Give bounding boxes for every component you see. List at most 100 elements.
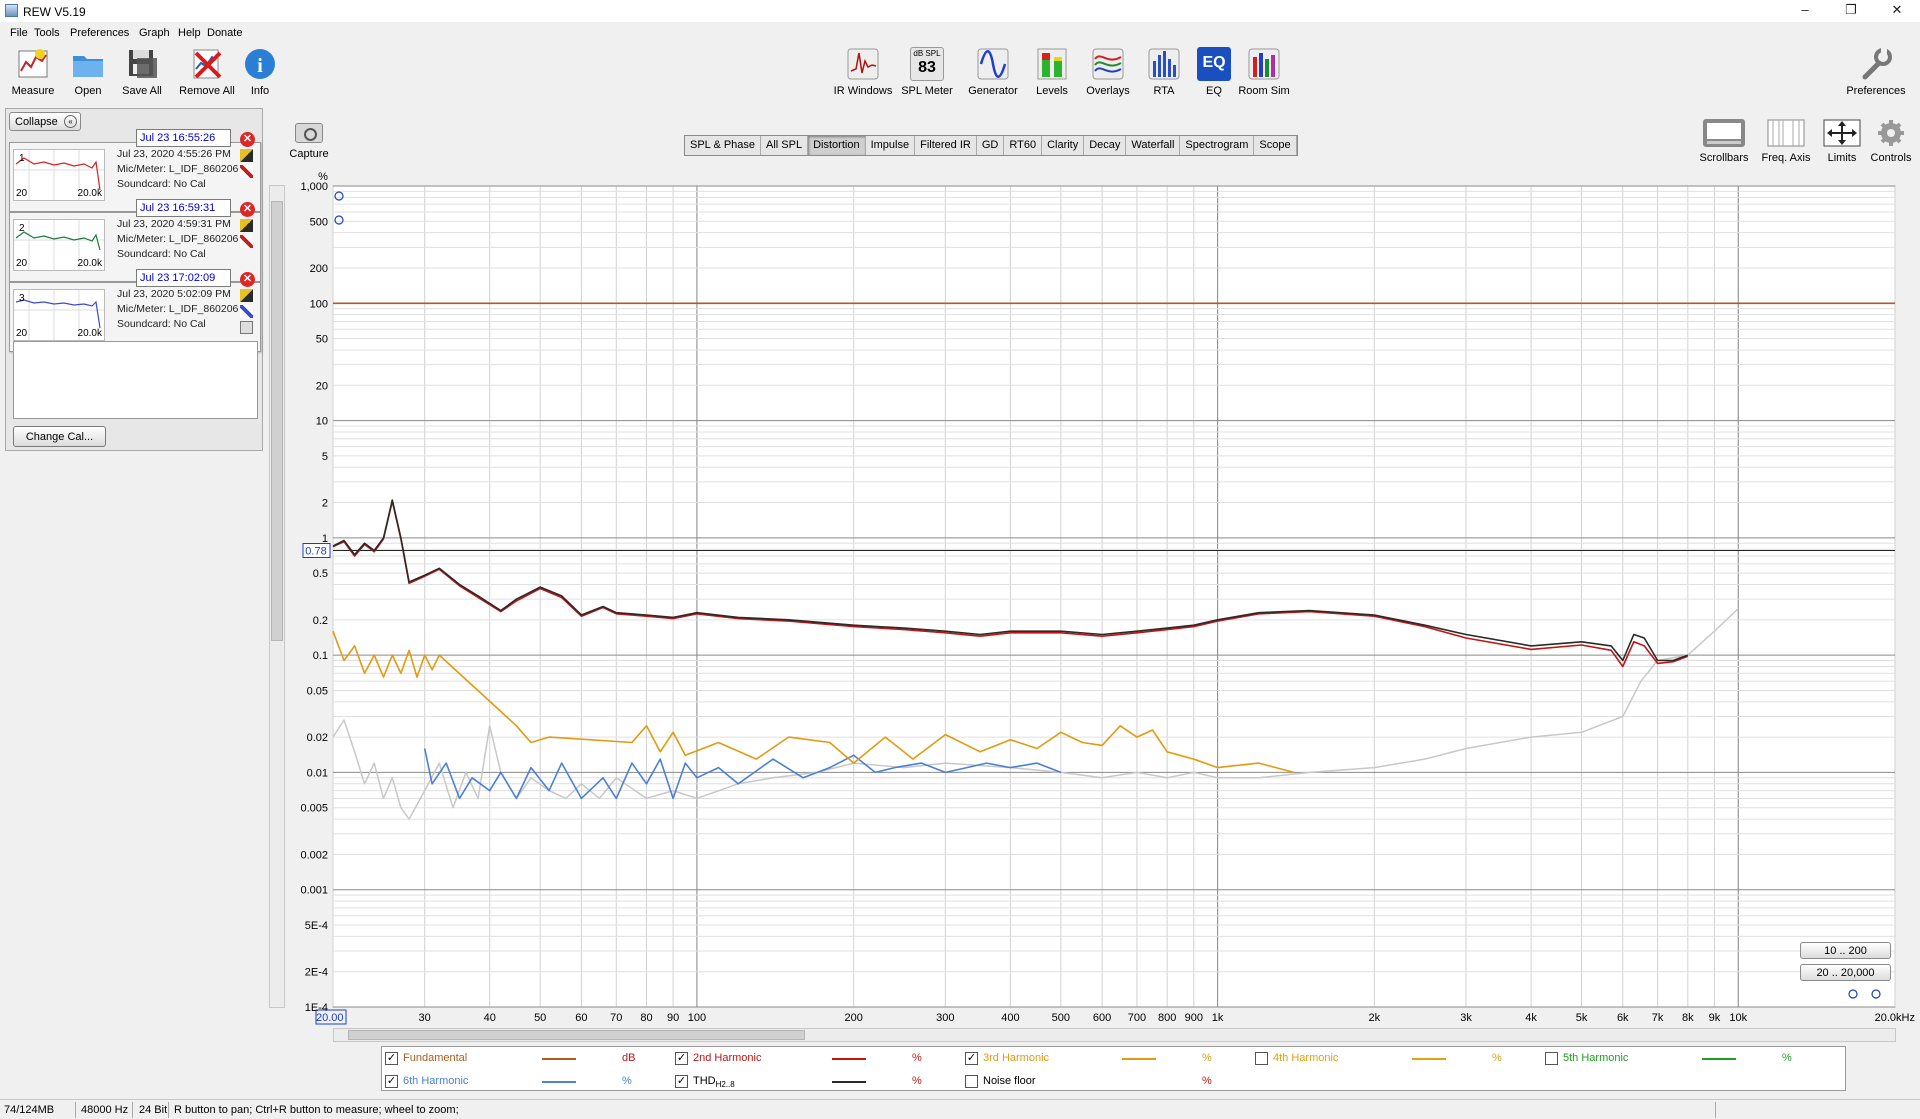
legend-checkbox-4th-harmonic[interactable] bbox=[1255, 1052, 1268, 1065]
horizontal-scrollbar[interactable] bbox=[333, 1028, 1896, 1042]
legend-unit: % bbox=[912, 1075, 922, 1087]
legend-item-5th-harmonic: 5th Harmonic% bbox=[1542, 1049, 1827, 1067]
legend-checkbox-2nd-harmonic[interactable]: ✓ bbox=[675, 1052, 688, 1065]
legend-unit: dB bbox=[622, 1052, 636, 1064]
x-tick-label: 10k bbox=[1729, 1012, 1747, 1024]
legend-checkbox-fundamental[interactable]: ✓ bbox=[385, 1052, 398, 1065]
legend-unit: % bbox=[912, 1052, 922, 1064]
legend-item-2nd-harmonic: ✓ 2nd Harmonic% bbox=[672, 1049, 957, 1067]
y-tick-label: 0.5 bbox=[313, 568, 328, 580]
legend-item-fundamental: ✓ Fundamental dB bbox=[382, 1049, 667, 1067]
legend-unit: % bbox=[1782, 1052, 1792, 1064]
x-tick-label: 2k bbox=[1369, 1012, 1381, 1024]
y-tick-label: 0.02 bbox=[307, 732, 328, 744]
horizontal-scroll-thumb[interactable] bbox=[348, 1030, 805, 1040]
legend-checkbox-noise-floor[interactable] bbox=[965, 1075, 978, 1088]
x-tick-label: 1k bbox=[1212, 1012, 1224, 1024]
y-tick-label: 0.1 bbox=[313, 650, 328, 662]
legend-unit: % bbox=[622, 1075, 632, 1087]
legend-swatch bbox=[542, 1058, 576, 1060]
legend-label: 4th Harmonic bbox=[1273, 1052, 1339, 1064]
legend-item-noise-floor: Noise floor% bbox=[962, 1072, 1247, 1090]
legend-label: Fundamental bbox=[403, 1052, 468, 1064]
x-tick-label: 300 bbox=[936, 1012, 954, 1024]
x-tick-label: 5k bbox=[1576, 1012, 1588, 1024]
legend-label: 6th Harmonic bbox=[403, 1075, 469, 1087]
x-tick-label: 90 bbox=[667, 1012, 679, 1024]
x-tick-label: 80 bbox=[640, 1012, 652, 1024]
x-tick-label: 60 bbox=[575, 1012, 587, 1024]
legend-label: Noise floor bbox=[983, 1075, 1036, 1087]
legend-checkbox-5th-harmonic[interactable] bbox=[1545, 1052, 1558, 1065]
legend-swatch bbox=[1702, 1058, 1736, 1060]
status-hint: R button to pan; Ctrl+R button to measur… bbox=[174, 1104, 459, 1116]
y-tick-label: 200 bbox=[310, 263, 328, 275]
x-tick-label: 20.00 bbox=[316, 1012, 344, 1024]
x-tick-label: 50 bbox=[534, 1012, 546, 1024]
x-tick-label: 400 bbox=[1001, 1012, 1019, 1024]
y-tick-label: 0.01 bbox=[307, 767, 328, 779]
x-tick-label: 200 bbox=[844, 1012, 862, 1024]
y-tick-label: 5 bbox=[322, 451, 328, 463]
range-10-200-button[interactable]: 10 .. 200 bbox=[1800, 942, 1891, 959]
memory-usage: 74/124MB bbox=[4, 1104, 55, 1116]
y-tick-label: 2 bbox=[322, 498, 328, 510]
legend-label: 3rd Harmonic bbox=[983, 1052, 1050, 1064]
x-tick-label: 500 bbox=[1052, 1012, 1070, 1024]
legend-label: THDH2..8 bbox=[693, 1075, 735, 1090]
x-tick-label: 100 bbox=[688, 1012, 706, 1024]
legend-checkbox-6th-harmonic[interactable]: ✓ bbox=[385, 1075, 398, 1088]
legend-unit: % bbox=[1492, 1052, 1502, 1064]
x-tick-label: 800 bbox=[1158, 1012, 1176, 1024]
x-tick-label: 40 bbox=[484, 1012, 496, 1024]
y-tick-label: 5E-4 bbox=[305, 920, 328, 932]
distortion-chart[interactable]: 1,0005002001005020105210.50.20.10.050.02… bbox=[0, 0, 1920, 1040]
legend-unit: % bbox=[1202, 1052, 1212, 1064]
y-tick-label: 10 bbox=[316, 416, 328, 428]
legend-checkbox-thd[interactable]: ✓ bbox=[675, 1075, 688, 1088]
x-tick-label: 900 bbox=[1185, 1012, 1203, 1024]
legend-unit: % bbox=[1202, 1075, 1212, 1087]
legend-swatch bbox=[832, 1058, 866, 1060]
legend-swatch bbox=[1412, 1058, 1446, 1060]
status-bar: 74/124MB 48000 Hz 24 Bit R button to pan… bbox=[0, 1099, 1920, 1119]
range-20-20000-button[interactable]: 20 .. 20,000 bbox=[1800, 964, 1891, 981]
sample-rate: 48000 Hz bbox=[81, 1104, 129, 1116]
legend-swatch bbox=[1122, 1081, 1156, 1083]
legend-item-3rd-harmonic: ✓ 3rd Harmonic% bbox=[962, 1049, 1247, 1067]
legend-checkbox-3rd-harmonic[interactable]: ✓ bbox=[965, 1052, 978, 1065]
legend-item-6th-harmonic: ✓ 6th Harmonic% bbox=[382, 1072, 667, 1090]
legend-swatch bbox=[832, 1081, 866, 1083]
legend-item-thd: ✓ THDH2..8% bbox=[672, 1072, 957, 1090]
legend-label: 2nd Harmonic bbox=[693, 1052, 762, 1064]
x-tick-label: 700 bbox=[1128, 1012, 1146, 1024]
trace-legend: ✓ Fundamental dB ✓ 2nd Harmonic% ✓ 3rd Harmoni… bbox=[381, 1046, 1846, 1091]
y-tick-label: 2E-4 bbox=[305, 967, 328, 979]
y-tick-label: 50 bbox=[316, 334, 328, 346]
x-tick-label: 70 bbox=[610, 1012, 622, 1024]
y-tick-label: 0.2 bbox=[313, 615, 328, 627]
y-tick-label: 0.005 bbox=[300, 803, 328, 815]
x-tick-label: 3k bbox=[1460, 1012, 1472, 1024]
y-axis-unit: % bbox=[318, 171, 328, 183]
x-tick-label: 600 bbox=[1093, 1012, 1111, 1024]
legend-label-subscript: H2..8 bbox=[715, 1080, 735, 1090]
legend-swatch bbox=[1122, 1058, 1156, 1060]
x-tick-label: 20.0kHz bbox=[1875, 1012, 1915, 1024]
x-tick-label: 7k bbox=[1652, 1012, 1664, 1024]
y-tick-label: 0.002 bbox=[300, 849, 328, 861]
y-tick-label: 0.001 bbox=[300, 885, 328, 897]
x-tick-label: 30 bbox=[419, 1012, 431, 1024]
x-tick-label: 9k bbox=[1709, 1012, 1721, 1024]
x-tick-label: 8k bbox=[1682, 1012, 1694, 1024]
legend-item-4th-harmonic: 4th Harmonic% bbox=[1252, 1049, 1537, 1067]
y-tick-label: 100 bbox=[310, 298, 328, 310]
y-tick-label: 500 bbox=[310, 216, 328, 228]
legend-swatch bbox=[542, 1081, 576, 1083]
y-tick-label: 20 bbox=[316, 380, 328, 392]
legend-label: 5th Harmonic bbox=[1563, 1052, 1629, 1064]
bit-depth: 24 Bit bbox=[139, 1104, 168, 1116]
x-tick-label: 6k bbox=[1617, 1012, 1629, 1024]
x-tick-label: 4k bbox=[1525, 1012, 1537, 1024]
y-tick-label: 0.05 bbox=[307, 685, 328, 697]
